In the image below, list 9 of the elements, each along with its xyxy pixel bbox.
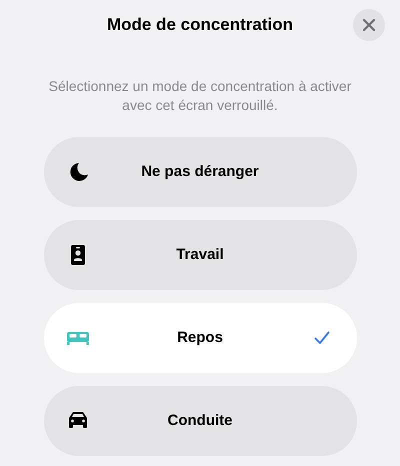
focus-mode-option[interactable]: Ne pas déranger — [44, 137, 356, 207]
sheet-title: Mode de concentration — [106, 14, 294, 36]
focus-mode-option[interactable]: Travail — [44, 220, 356, 290]
instruction-text: Sélectionnez un mode de concentration à activer avec cet écran verrouillé. — [48, 77, 352, 115]
focus-mode-option[interactable]: Repos — [44, 303, 356, 373]
focus-mode-option[interactable]: Conduite — [44, 386, 356, 456]
checkmark-icon — [314, 331, 330, 345]
close-button[interactable] — [353, 9, 385, 41]
close-icon — [363, 19, 375, 31]
